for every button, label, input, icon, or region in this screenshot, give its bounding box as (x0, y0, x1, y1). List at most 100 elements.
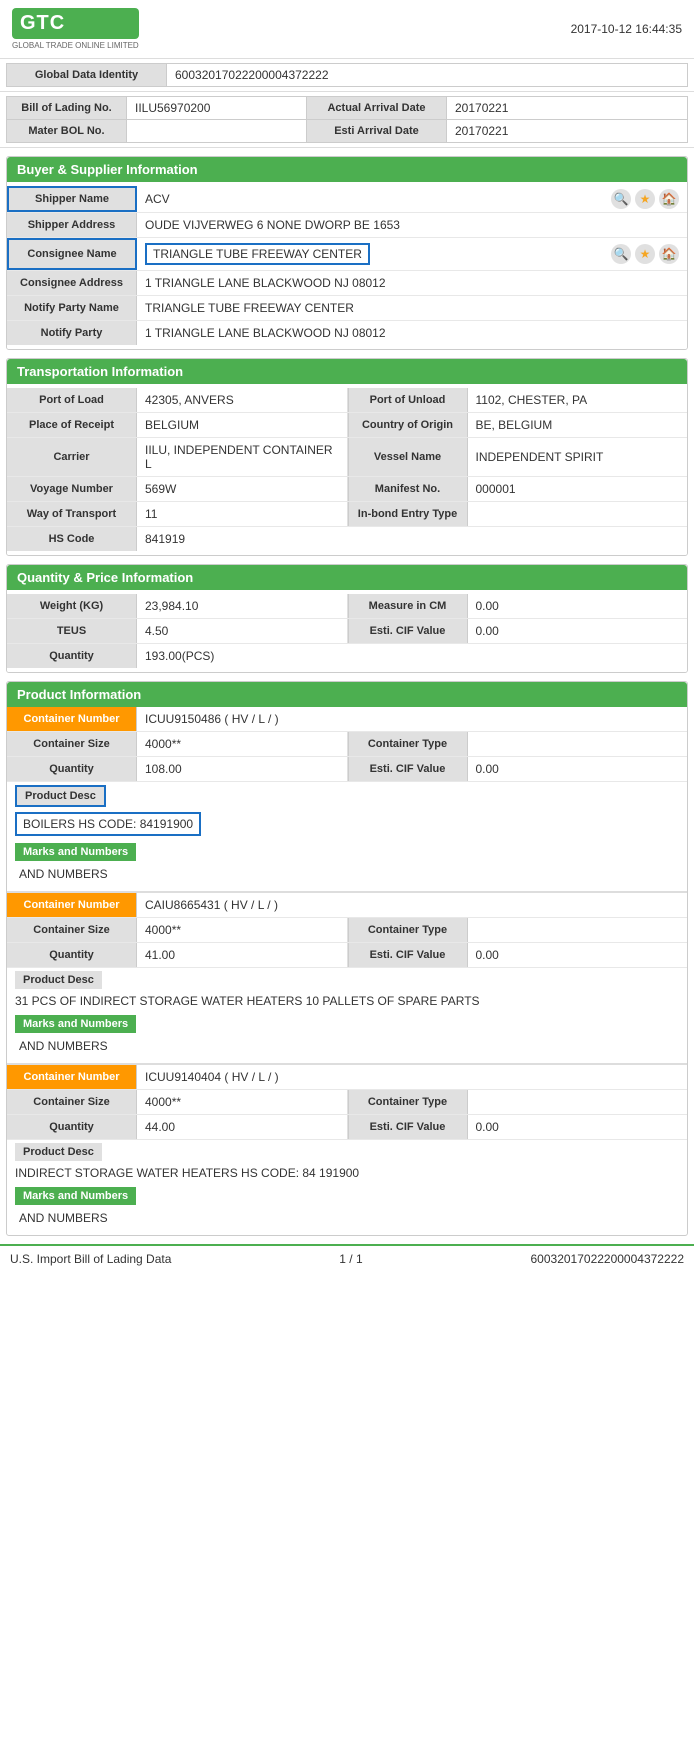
timestamp: 2017-10-12 16:44:35 (571, 22, 682, 36)
container-1-number-row: Container Number ICUU9150486 ( HV / L / … (7, 707, 687, 732)
port-unload-pair: Port of Unload 1102, CHESTER, PA (348, 388, 688, 412)
notify-party-name-label: Notify Party Name (7, 296, 137, 320)
footer: U.S. Import Bill of Lading Data 1 / 1 60… (0, 1244, 694, 1272)
container-2-size-row: Container Size 4000** Container Type (7, 918, 687, 943)
container-1-number-value: ICUU9150486 ( HV / L / ) (137, 707, 687, 731)
container-2-cif-pair: Esti. CIF Value 0.00 (348, 943, 688, 967)
way-inbond-row: Way of Transport 11 In-bond Entry Type (7, 502, 687, 527)
container-3-cif-value: 0.00 (468, 1115, 688, 1139)
star-icon[interactable]: ★ (635, 189, 655, 209)
container-3-qty-pair: Quantity 44.00 (7, 1115, 348, 1139)
footer-right: 60032017022200004372222 (531, 1252, 685, 1266)
port-unload-label: Port of Unload (348, 388, 468, 412)
shipper-address-label: Shipper Address (7, 213, 137, 237)
port-load-label: Port of Load (7, 388, 137, 412)
container-1-size-label: Container Size (7, 732, 137, 756)
container-2-product-desc-label: Product Desc (15, 971, 102, 989)
container-1-product-desc-wrapper: BOILERS HS CODE: 84191900 (7, 810, 687, 840)
container-3-product-desc-value: INDIRECT STORAGE WATER HEATERS HS CODE: … (7, 1164, 687, 1184)
country-origin-value: BE, BELGIUM (468, 413, 688, 437)
manifest-value: 000001 (468, 477, 688, 501)
notify-party-row: Notify Party 1 TRIANGLE LANE BLACKWOOD N… (7, 321, 687, 345)
product-info-section: Product Information Container Number ICU… (6, 681, 688, 1236)
notify-party-name-value: TRIANGLE TUBE FREEWAY CENTER (137, 296, 687, 320)
container-3-marks-label-row: Marks and Numbers (7, 1184, 687, 1208)
consignee-star-icon[interactable]: ★ (635, 244, 655, 264)
weight-pair: Weight (KG) 23,984.10 (7, 594, 348, 618)
container-3: Container Number ICUU9140404 ( HV / L / … (7, 1065, 687, 1235)
container-3-size-value: 4000** (137, 1090, 347, 1114)
hs-code-label: HS Code (7, 527, 137, 551)
place-receipt-pair: Place of Receipt BELGIUM (7, 413, 348, 437)
weight-label: Weight (KG) (7, 594, 137, 618)
inbond-pair: In-bond Entry Type (348, 502, 688, 526)
container-1-qty-value: 108.00 (137, 757, 347, 781)
container-3-marks-label: Marks and Numbers (15, 1187, 136, 1205)
shipper-name-row: Shipper Name ACV 🔍 ★ 🏠 (7, 186, 687, 213)
container-1-number-label: Container Number (7, 707, 137, 731)
container-2-number-label: Container Number (7, 893, 137, 917)
bill-info-section: Bill of Lading No. IILU56970200 Actual A… (0, 92, 694, 148)
teus-label: TEUS (7, 619, 137, 643)
search-icon[interactable]: 🔍 (611, 189, 631, 209)
container-2-cif-label: Esti. CIF Value (348, 943, 468, 967)
container-2-type-value (468, 918, 688, 942)
actual-arrival-label: Actual Arrival Date (307, 97, 447, 120)
container-2-qty-label: Quantity (7, 943, 137, 967)
manifest-label: Manifest No. (348, 477, 468, 501)
buyer-supplier-content: Shipper Name ACV 🔍 ★ 🏠 Shipper Address O… (7, 182, 687, 349)
qp-quantity-row: Quantity 193.00(PCS) (7, 644, 687, 668)
hs-code-value: 841919 (137, 527, 687, 551)
buyer-supplier-section: Buyer & Supplier Information Shipper Nam… (6, 156, 688, 350)
place-receipt-value: BELGIUM (137, 413, 347, 437)
container-2: Container Number CAIU8665431 ( HV / L / … (7, 893, 687, 1065)
buyer-supplier-title: Buyer & Supplier Information (7, 157, 687, 182)
container-1-size-row: Container Size 4000** Container Type (7, 732, 687, 757)
global-data-row: Global Data Identity 6003201702220000437… (0, 59, 694, 92)
consignee-address-label: Consignee Address (7, 271, 137, 295)
container-2-qty-value: 41.00 (137, 943, 347, 967)
teus-value: 4.50 (137, 619, 347, 643)
container-1-type-label: Container Type (348, 732, 468, 756)
container-1-desc-label-row: Product Desc (7, 782, 687, 810)
container-1-size-value: 4000** (137, 732, 347, 756)
consignee-search-icon[interactable]: 🔍 (611, 244, 631, 264)
container-3-number-label: Container Number (7, 1065, 137, 1089)
weight-value: 23,984.10 (137, 594, 347, 618)
notify-party-value: 1 TRIANGLE LANE BLACKWOOD NJ 08012 (137, 321, 687, 345)
place-country-row: Place of Receipt BELGIUM Country of Orig… (7, 413, 687, 438)
container-3-qty-row: Quantity 44.00 Esti. CIF Value 0.00 (7, 1115, 687, 1140)
container-3-size-pair: Container Size 4000** (7, 1090, 348, 1114)
consignee-home-icon[interactable]: 🏠 (659, 244, 679, 264)
quantity-price-title: Quantity & Price Information (7, 565, 687, 590)
container-2-type-label: Container Type (348, 918, 468, 942)
port-load-pair: Port of Load 42305, ANVERS (7, 388, 348, 412)
global-data-value: 60032017022200004372222 (167, 64, 688, 87)
notify-party-name-row: Notify Party Name TRIANGLE TUBE FREEWAY … (7, 296, 687, 321)
transportation-section: Transportation Information Port of Load … (6, 358, 688, 556)
container-3-qty-value: 44.00 (137, 1115, 347, 1139)
home-icon[interactable]: 🏠 (659, 189, 679, 209)
voyage-manifest-row: Voyage Number 569W Manifest No. 000001 (7, 477, 687, 502)
container-2-number-value: CAIU8665431 ( HV / L / ) (137, 893, 687, 917)
esti-cif-value: 0.00 (468, 619, 688, 643)
manifest-pair: Manifest No. 000001 (348, 477, 688, 501)
container-1-qty-pair: Quantity 108.00 (7, 757, 348, 781)
country-origin-pair: Country of Origin BE, BELGIUM (348, 413, 688, 437)
measure-label: Measure in CM (348, 594, 468, 618)
esti-cif-label: Esti. CIF Value (348, 619, 468, 643)
container-1: Container Number ICUU9150486 ( HV / L / … (7, 707, 687, 893)
weight-measure-row: Weight (KG) 23,984.10 Measure in CM 0.00 (7, 594, 687, 619)
quantity-price-content: Weight (KG) 23,984.10 Measure in CM 0.00… (7, 590, 687, 672)
vessel-pair: Vessel Name INDEPENDENT SPIRIT (348, 438, 688, 476)
port-unload-value: 1102, CHESTER, PA (468, 388, 688, 412)
way-transport-value: 11 (137, 502, 347, 526)
consignee-name-row: Consignee Name TRIANGLE TUBE FREEWAY CEN… (7, 238, 687, 271)
bol-value: IILU56970200 (127, 97, 307, 120)
container-1-type-value (468, 732, 688, 756)
container-3-number-value: ICUU9140404 ( HV / L / ) (137, 1065, 687, 1089)
container-1-product-desc-value: BOILERS HS CODE: 84191900 (15, 812, 201, 836)
container-2-size-value: 4000** (137, 918, 347, 942)
container-2-size-pair: Container Size 4000** (7, 918, 348, 942)
container-3-product-desc-label: Product Desc (15, 1143, 102, 1161)
